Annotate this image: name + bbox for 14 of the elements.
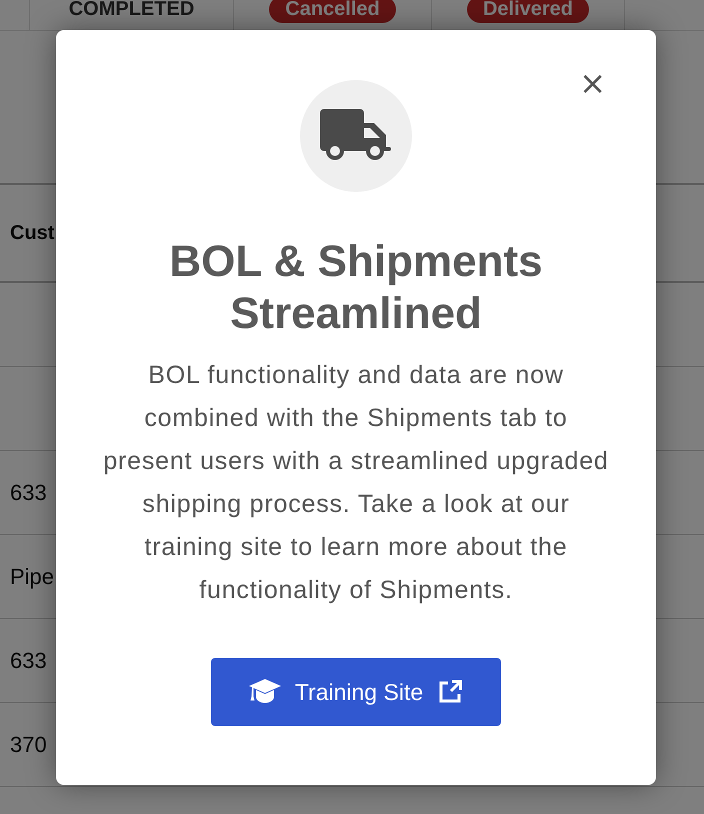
table-cell: Pipe (10, 564, 54, 590)
table-cell: 633 (10, 648, 47, 674)
status-badge: Cancelled (269, 0, 396, 22)
status-badge: Delivered (466, 0, 590, 22)
graduation-cap-icon (248, 679, 281, 705)
close-button[interactable]: × (579, 68, 606, 98)
dialog-message: BOL functionality and data are now combined with the Shipments tab to present users with a streamlined upgraded shipping process. Take a look at our training site to learn more about the functionality of Shipments. (102, 360, 610, 606)
training-site-button[interactable]: Training Site (211, 658, 501, 726)
dialog-title: BOL & Shipments Streamlined (168, 236, 544, 340)
table-cell: 370 (10, 732, 47, 758)
status-label: COMPLETED (68, 0, 194, 20)
table-cell: 633 (10, 480, 47, 506)
column-header: Cust (10, 222, 54, 244)
external-link-icon (437, 679, 464, 705)
